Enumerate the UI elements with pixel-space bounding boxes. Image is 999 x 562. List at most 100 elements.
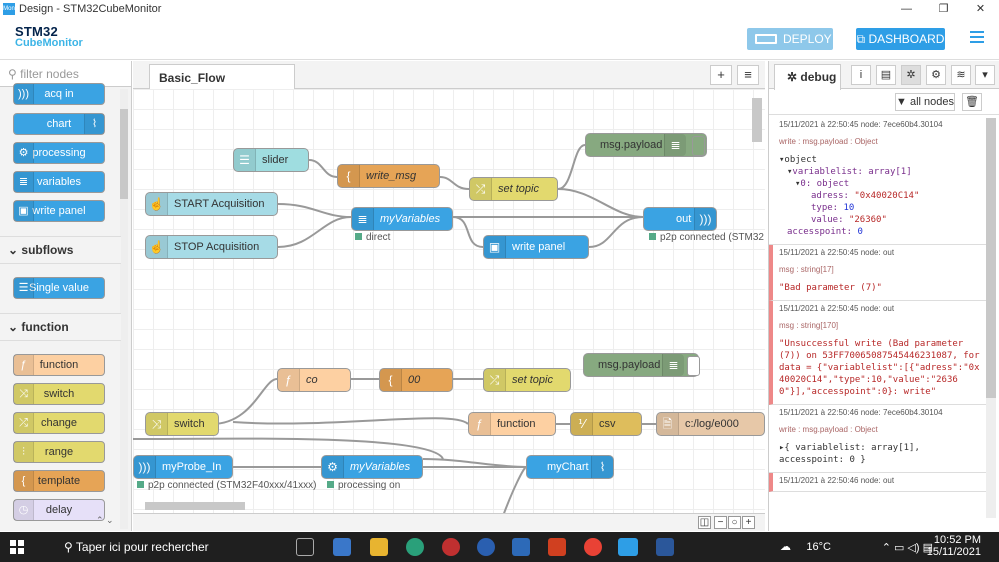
book-icon[interactable]: ▤ [876,65,896,85]
node-myvariables[interactable]: ≣ myVariables [351,207,453,231]
tab-debug[interactable]: ✲ debug [774,64,841,90]
file-icon: 🗎 [657,413,679,435]
palette-scrollbar[interactable] [120,89,128,529]
node-set-topic-2[interactable]: ⤮ set topic [483,368,571,392]
category-function[interactable]: ⌄ function [0,313,121,341]
zoom-in-button[interactable]: + [742,516,755,529]
palette-node-variables[interactable]: ≣ variables [13,171,105,193]
subflow-icon: ☰ [14,278,34,298]
workspace-tabbar: Basic_Flow + ≡ [133,61,765,90]
info-icon[interactable]: i [851,65,871,85]
chevron-down-icon[interactable]: ▾ [975,65,995,85]
navigator-icon[interactable]: ◫ [698,516,711,529]
debug-message[interactable]: 15/11/2021 à 22:50:46 node: 7ece60b4.301… [769,405,987,473]
flow-canvas[interactable]: ☰ slider { write_msg ⤮ set topic msg.pay… [133,89,765,516]
category-subflows[interactable]: ⌄ subflows [0,236,121,264]
dashboard-button[interactable]: ⧉ DASHBOARD [856,28,945,50]
tab-basic-flow[interactable]: Basic_Flow [149,64,295,90]
brace-icon: { [380,369,402,391]
node-oo[interactable]: { 00 [379,368,453,392]
tray-icons[interactable]: ⌃ ▭ ◁) ▤ [882,541,933,554]
node-myvariables-2[interactable]: ⚙ myVariables [321,455,423,479]
node-set-topic[interactable]: ⤮ set topic [469,177,558,201]
palette-node-template[interactable]: { template [13,470,105,492]
acq-out-icon: ))) [694,208,716,230]
debug-toggle[interactable] [692,136,705,156]
function-icon: ƒ [278,369,300,391]
canvas-horizontal-scrollbar[interactable] [145,502,245,510]
palette-node-delay[interactable]: ◷ delay [13,499,105,521]
zoom-out-button[interactable]: − [714,516,727,529]
node-myprobe-in[interactable]: ))) myProbe_In [133,455,233,479]
list-icon: ≣ [664,134,686,156]
stm32-logo: STM32 CubeMonitor [15,24,83,49]
security-icon[interactable] [512,538,530,556]
palette-node-write-panel[interactable]: ▣ write panel [13,200,105,222]
palette-node-acq-in[interactable]: ))) acq in [13,83,105,105]
function-icon: ƒ [469,413,491,435]
task-view-icon[interactable] [296,538,314,556]
debug-message-error[interactable]: 15/11/2021 à 22:50:45 node: out msg : st… [769,301,987,405]
canvas-vertical-scrollbar[interactable] [752,98,762,142]
palette-node-change[interactable]: ⤮ change [13,412,105,434]
windows-start-icon[interactable] [10,540,24,554]
node-mychart[interactable]: myChart ⌇ [526,455,614,479]
window-titlebar: Mon Design - STM32CubeMonitor — ❐ ✕ [0,0,999,18]
palette-node-range[interactable]: ⫶ range [13,441,105,463]
trash-icon[interactable]: 🗑 [962,93,982,111]
zoom-reset-button[interactable]: ○ [728,516,741,529]
node-debug-msg-payload[interactable]: msg.payload ≣ [585,133,707,157]
file-explorer-icon[interactable] [370,538,388,556]
debug-message-error[interactable]: 15/11/2021 à 22:50:46 node: out [769,473,987,492]
palette-node-switch[interactable]: ⤨ switch [13,383,105,405]
word-icon[interactable] [656,538,674,556]
office-icon[interactable] [548,538,566,556]
palette-node-processing[interactable]: ⚙ processing [13,142,105,164]
debug-toggle-2[interactable] [687,356,700,376]
edge-icon[interactable] [406,538,424,556]
node-file-out[interactable]: 🗎 c:/log/e000 [656,412,765,436]
search-icon: ⚲ [64,540,76,554]
sidebar-scrollbar[interactable] [986,118,996,518]
close-button[interactable]: ✕ [962,0,999,18]
node-write-panel[interactable]: ▣ write panel [483,235,589,259]
debug-icon[interactable]: ✲ [901,65,921,85]
clock[interactable]: 10:52 PM 15/11/2021 [927,534,981,558]
chart-icon: ⌇ [84,114,104,134]
node-csv[interactable]: ⅟ csv [570,412,642,436]
brace-icon: { [338,165,360,187]
taskbar-search[interactable]: ⚲ Taper ici pour rechercher [44,532,294,562]
debug-messages: 15/11/2021 à 22:50:45 node: 7ece60b4.301… [769,117,987,531]
node-start-acquisition[interactable]: ☝ START Acquisition [145,192,278,216]
gear-icon[interactable]: ⚙ [926,65,946,85]
app-icon-1[interactable] [333,538,351,556]
palette-node-function[interactable]: ƒ function [13,354,105,376]
filter-all-nodes-button[interactable]: ▼ all nodes [895,93,955,111]
app-icon-3[interactable] [477,538,495,556]
node-slider[interactable]: ☰ slider [233,148,309,172]
node-debug-msg-payload-2[interactable]: msg.payload ≣ [583,353,700,377]
database-icon[interactable]: ≋ [951,65,971,85]
palette-node-single-value[interactable]: ☰ Single value [13,277,105,299]
chrome-icon[interactable] [584,538,602,556]
deploy-button[interactable]: DEPLOY [747,28,833,50]
app-icon-2[interactable] [442,538,460,556]
add-flow-button[interactable]: + [710,65,732,85]
minimize-button[interactable]: — [888,0,925,18]
maximize-button[interactable]: ❐ [925,0,962,18]
debug-message-error[interactable]: 15/11/2021 à 22:50:45 node: out msg : st… [769,245,987,301]
node-stop-acquisition[interactable]: ☝ STOP Acquisition [145,235,278,259]
weather-icon[interactable]: ☁ [780,540,791,553]
node-write-msg[interactable]: { write_msg [337,164,440,188]
node-out[interactable]: out ))) [643,207,717,231]
stm32cubemonitor-icon[interactable] [618,538,638,556]
palette-collapse-controls[interactable]: ⌃ ⌄ [96,515,114,526]
menu-icon[interactable] [970,31,984,46]
brace-icon: { [14,471,34,491]
node-switch[interactable]: ⤨ switch [145,412,219,436]
list-flows-button[interactable]: ≡ [737,65,759,85]
debug-message[interactable]: 15/11/2021 à 22:50:45 node: 7ece60b4.301… [769,117,987,245]
palette-node-chart[interactable]: chart ⌇ [13,113,105,135]
node-co[interactable]: ƒ co [277,368,351,392]
node-function[interactable]: ƒ function [468,412,556,436]
